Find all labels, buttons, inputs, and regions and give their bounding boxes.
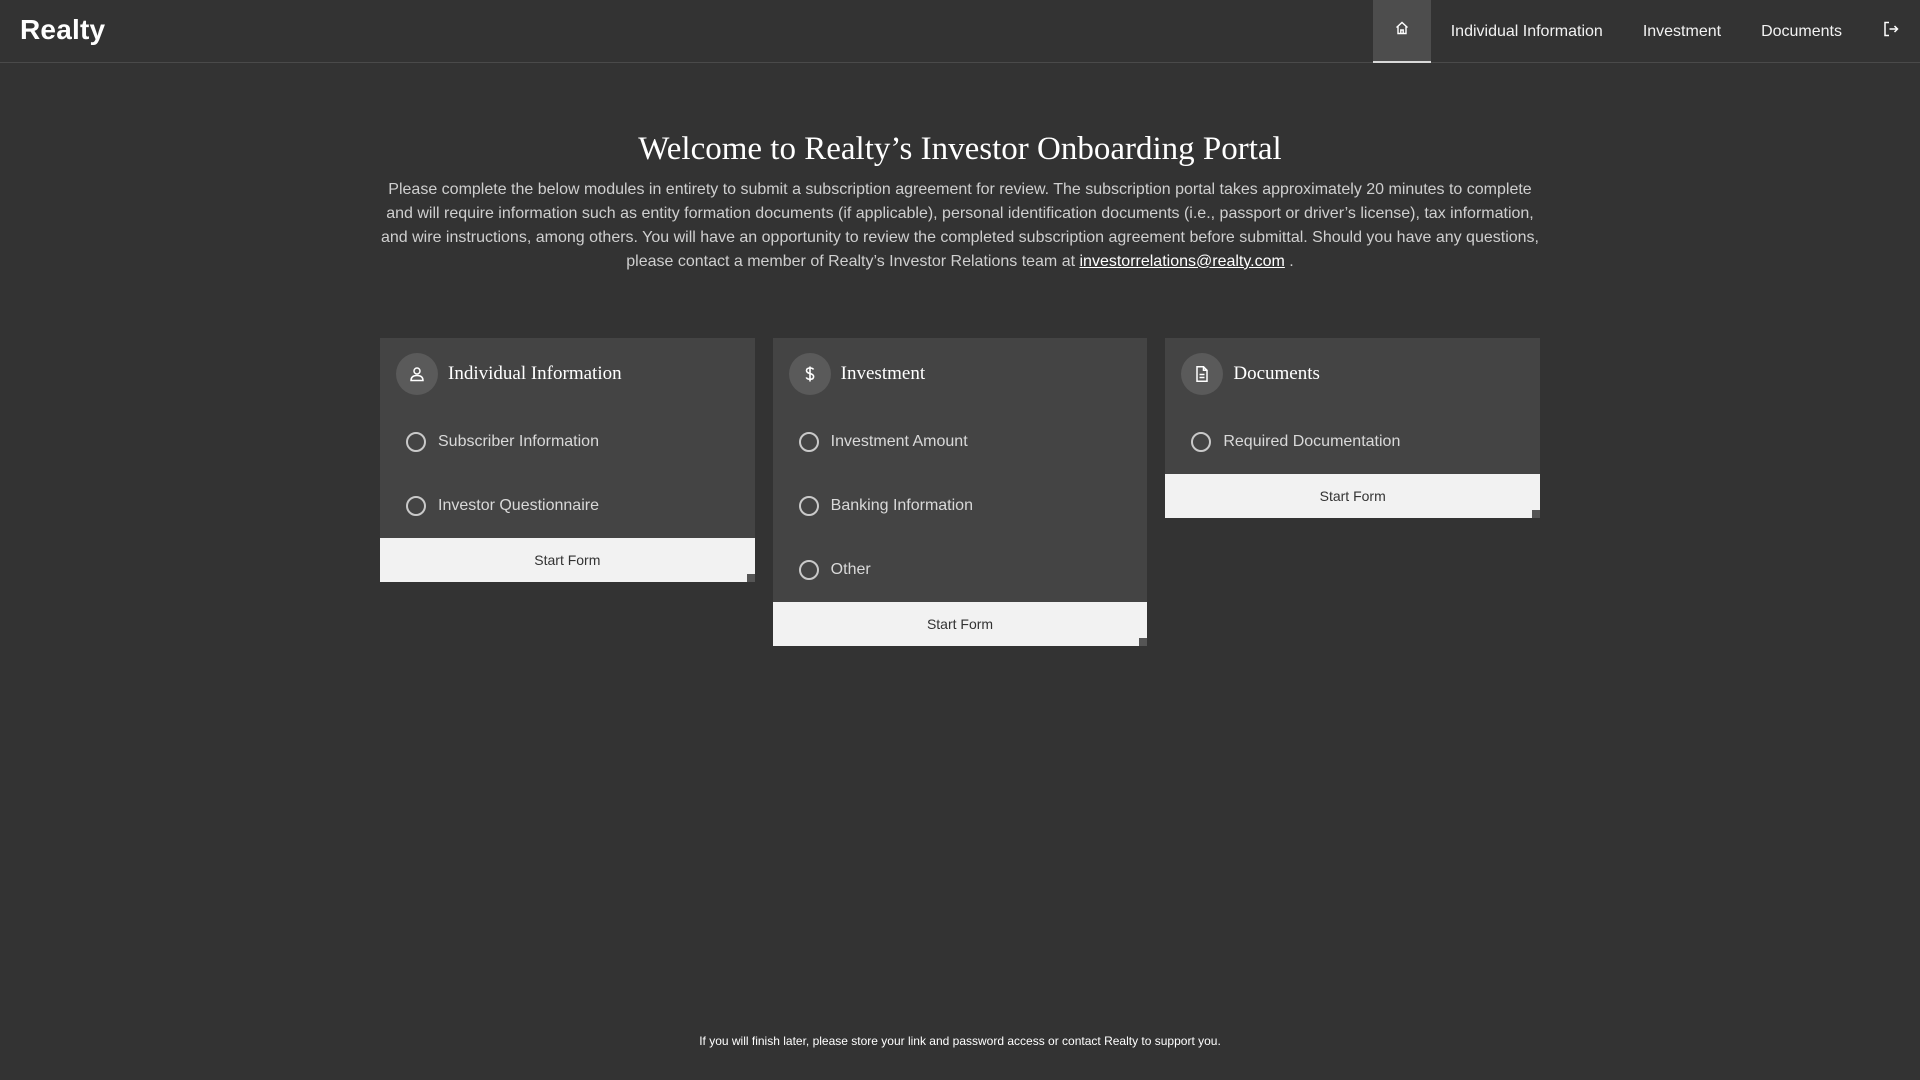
logout-button[interactable] — [1862, 0, 1920, 63]
nav-documents[interactable]: Documents — [1741, 0, 1862, 63]
item-investment-amount[interactable]: Investment Amount — [773, 410, 1148, 474]
card-header: Individual Information — [380, 338, 755, 410]
card-item-list: Investment Amount Banking Information Ot… — [773, 410, 1148, 602]
item-label: Investment Amount — [830, 433, 968, 450]
footer-note: If you will finish later, please store y… — [699, 1034, 1221, 1048]
card-title: Individual Information — [448, 363, 622, 384]
document-icon — [1181, 353, 1224, 395]
card-individual-information: Individual Information Subscriber Inform… — [380, 338, 755, 582]
card-item-list: Subscriber Information Investor Question… — [380, 410, 755, 538]
dollar-icon — [788, 353, 831, 395]
corner-notch — [1532, 510, 1541, 518]
page-title: Welcome to Realty’s Investor Onboarding … — [638, 131, 1282, 167]
card-title: Documents — [1233, 363, 1320, 384]
radio-unchecked-icon[interactable] — [798, 432, 819, 452]
card-documents: Documents Required Documentation Start F… — [1165, 338, 1541, 518]
logout-icon — [1882, 20, 1900, 43]
card-investment: Investment Investment Amount Banking Inf… — [772, 338, 1148, 646]
item-banking-information[interactable]: Banking Information — [773, 474, 1148, 538]
corner-notch — [746, 574, 755, 582]
item-subscriber-information[interactable]: Subscriber Information — [380, 410, 755, 474]
module-cards: Individual Information Subscriber Inform… — [380, 338, 1541, 646]
start-form-button[interactable]: Start Form — [772, 602, 1148, 646]
home-icon — [1394, 20, 1410, 41]
corner-notch — [1139, 638, 1148, 646]
radio-unchecked-icon[interactable] — [798, 496, 819, 516]
radio-unchecked-icon[interactable] — [1191, 432, 1212, 452]
card-item-list: Required Documentation — [1165, 410, 1540, 474]
item-investor-questionnaire[interactable]: Investor Questionnaire — [380, 474, 755, 538]
person-icon — [396, 353, 438, 395]
item-label: Investor Questionnaire — [438, 497, 599, 514]
intro-description: Please complete the below modules in ent… — [380, 178, 1540, 274]
top-navigation-bar: Realty Individual Information Investment… — [0, 0, 1920, 63]
start-form-button[interactable]: Start Form — [1165, 474, 1541, 518]
radio-unchecked-icon[interactable] — [798, 560, 819, 580]
brand-logo[interactable]: Realty — [20, 14, 105, 46]
intro-body-text: Please complete the below modules in ent… — [380, 180, 1539, 270]
button-label: Start Form — [534, 552, 601, 568]
nav-individual-information[interactable]: Individual Information — [1431, 0, 1623, 63]
intro-trailing-period: . — [1284, 252, 1294, 270]
radio-unchecked-icon[interactable] — [406, 496, 426, 516]
button-label: Start Form — [926, 616, 994, 632]
item-label: Required Documentation — [1223, 433, 1401, 450]
item-required-documentation[interactable]: Required Documentation — [1165, 410, 1540, 474]
start-form-button[interactable]: Start Form — [380, 538, 755, 582]
item-label: Banking Information — [830, 497, 973, 514]
intro-section: Welcome to Realty’s Investor Onboarding … — [380, 130, 1540, 274]
button-label: Start Form — [1319, 488, 1386, 504]
main-nav: Individual Information Investment Docume… — [1372, 0, 1920, 63]
card-header: Investment — [773, 338, 1148, 410]
investor-relations-email-link[interactable]: investorrelations@realty.com — [1080, 253, 1285, 270]
card-title: Investment — [840, 363, 926, 384]
item-other[interactable]: Other — [773, 538, 1148, 602]
card-header: Documents — [1165, 338, 1540, 410]
nav-home-button[interactable] — [1372, 0, 1431, 63]
nav-investment[interactable]: Investment — [1623, 0, 1741, 63]
item-label: Other — [830, 561, 871, 578]
radio-unchecked-icon[interactable] — [406, 432, 426, 452]
item-label: Subscriber Information — [438, 433, 599, 450]
